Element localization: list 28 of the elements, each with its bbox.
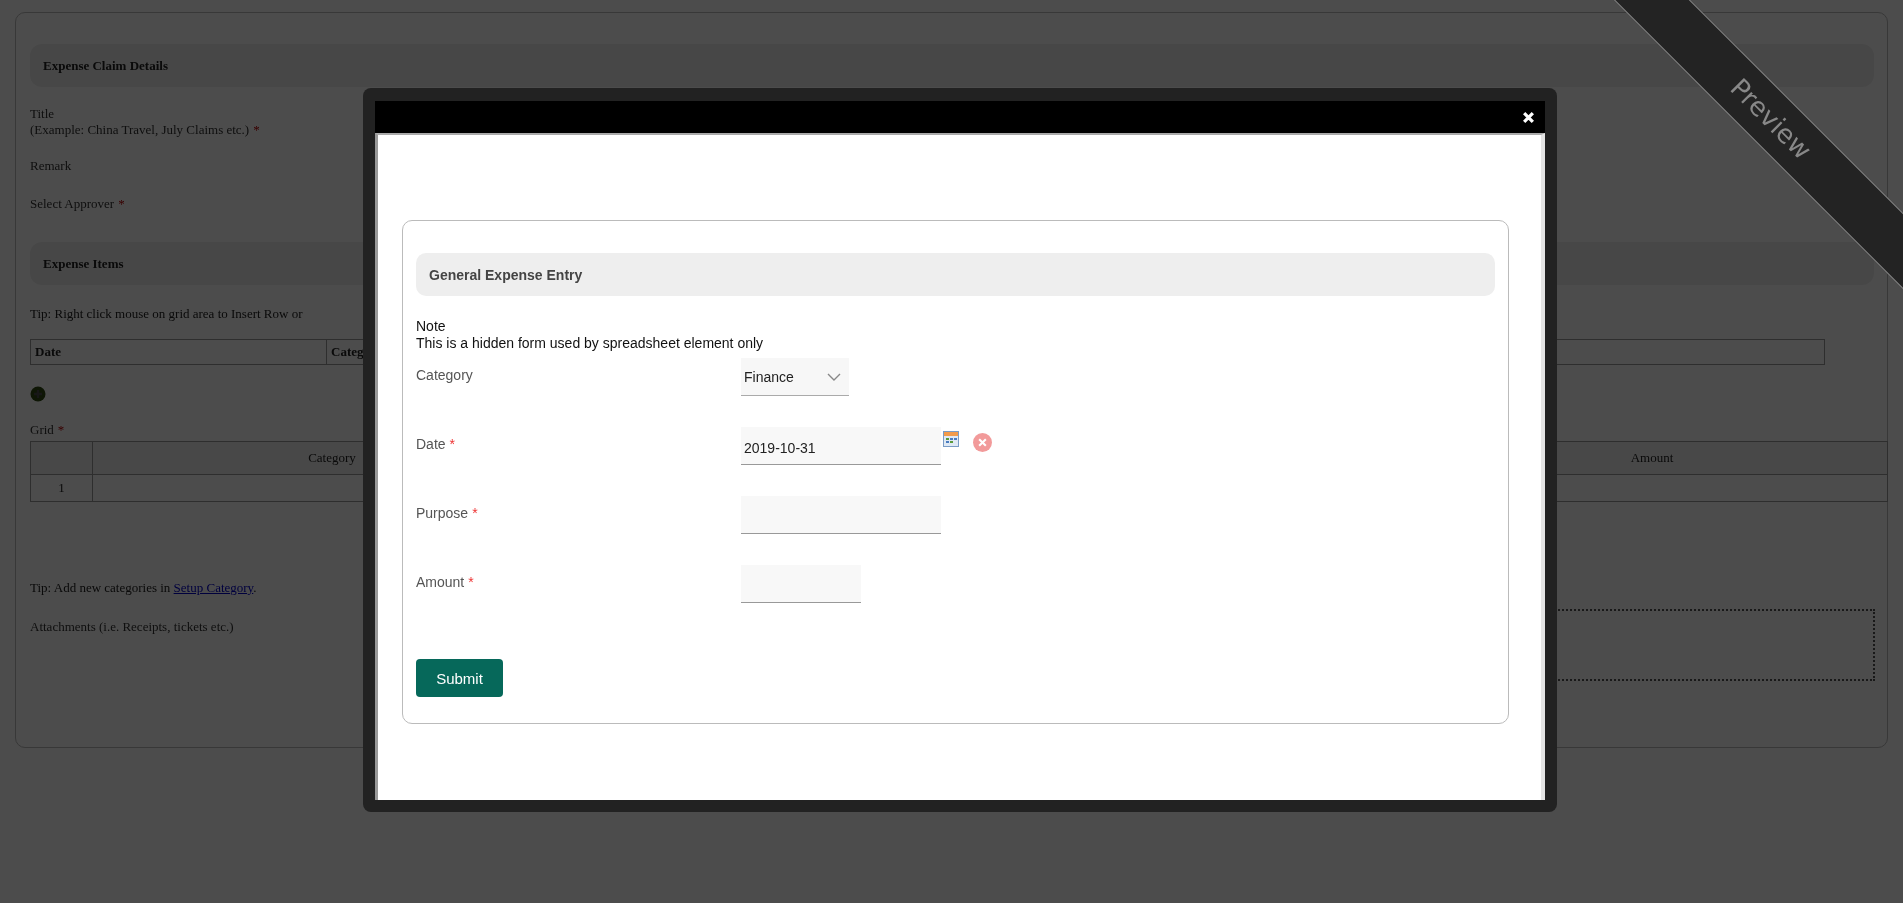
section-title: Expense Items [43,255,124,272]
tip-text: Tip: Right click mouse on grid area to Insert Row or [30,306,304,322]
field-label: Attachments (i.e. Receipts, tickets etc.) [30,619,234,636]
field-label: Grid * [30,422,65,438]
field-label: Title [30,106,55,122]
column-header: Categ [330,343,365,361]
amount-field[interactable] [741,565,861,603]
field-label: Select Approver * [30,196,125,212]
section-title: Expense Claim Details [43,57,168,74]
column-header: Category [308,450,356,465]
chevron-down-icon [827,372,841,381]
calendar-icon[interactable] [943,431,959,447]
purpose-field[interactable] [741,496,941,534]
field-label: Purpose * [416,504,479,523]
column-header: Amount [1630,450,1674,465]
section-title: General Expense Entry [429,266,583,283]
note-title: Note [416,318,447,335]
field-label: Amount * [416,573,475,592]
date-field[interactable]: 2019-10-31 [741,427,941,465]
note-text: This is a hidden form used by spreadsheet element only [416,335,765,352]
field-label: Category [416,366,474,385]
close-icon[interactable] [1522,110,1535,124]
submit-button[interactable]: Submit [416,659,503,697]
field-hint: (Example: China Travel, July Claims etc.) * [30,122,260,138]
field-label: Remark [30,158,72,174]
category-dropdown[interactable]: Finance [741,358,849,396]
field-label: Date * [416,435,457,454]
clear-icon[interactable] [973,433,992,452]
